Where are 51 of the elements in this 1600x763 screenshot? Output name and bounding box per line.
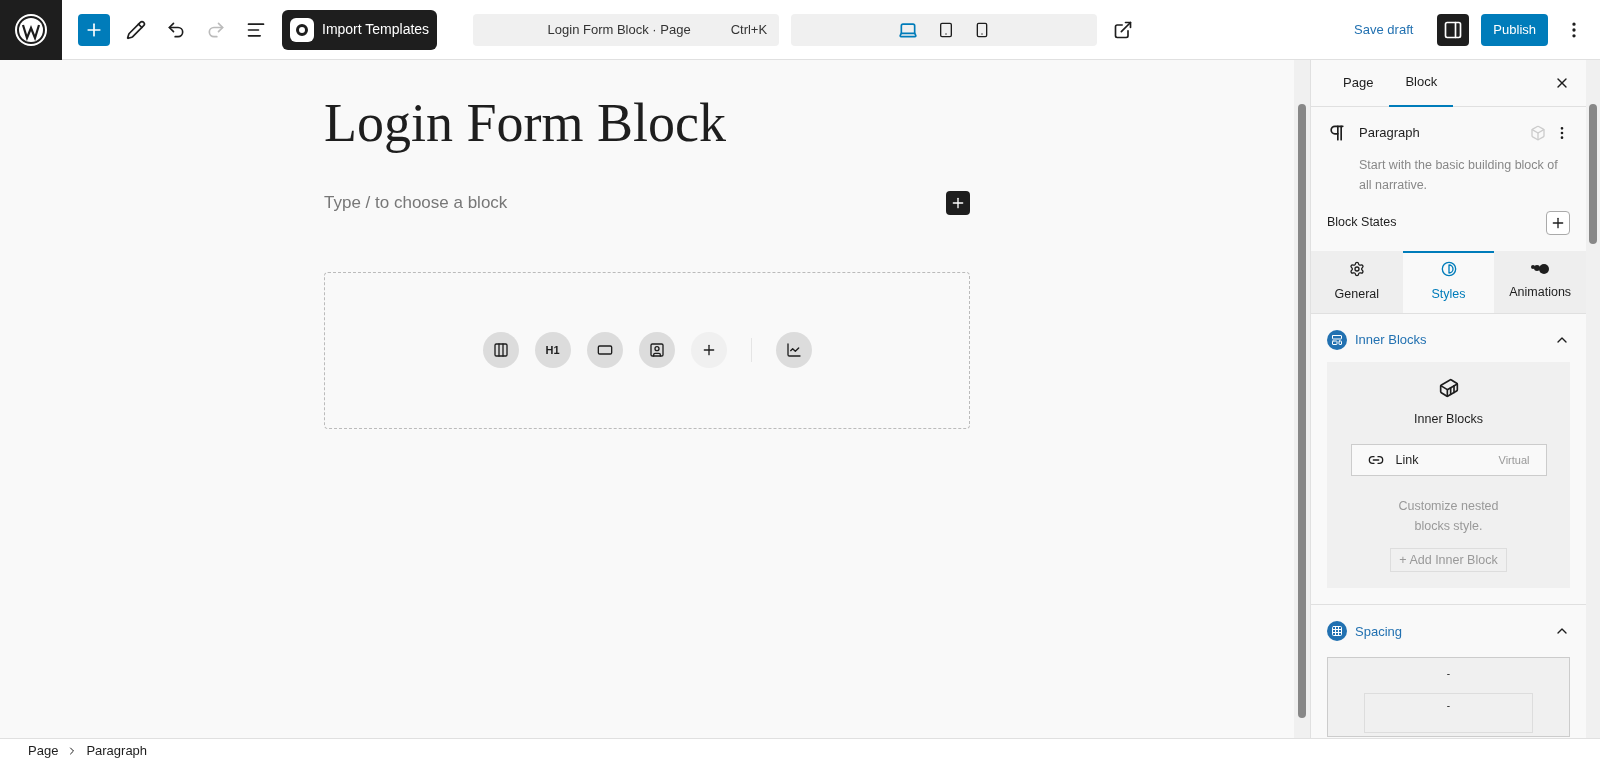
block-placeholder[interactable]: Type / to choose a block — [324, 190, 508, 216]
sidebar-panel-icon — [1443, 19, 1464, 40]
button-button[interactable] — [586, 332, 623, 368]
heading-button[interactable]: H1 — [534, 332, 571, 368]
style-tab[interactable]: General — [1311, 250, 1403, 313]
columns-icon — [492, 342, 509, 358]
cube-icon — [1530, 124, 1546, 141]
add-button[interactable] — [690, 332, 727, 368]
chart-button[interactable] — [775, 332, 812, 368]
paragraph-icon — [1327, 123, 1347, 143]
gear-icon — [1348, 261, 1365, 278]
block-description: Start with the basic building block of all narrative. — [1359, 156, 1559, 194]
settings-toggle-button[interactable] — [1437, 13, 1470, 46]
tablet-preview-icon[interactable] — [938, 21, 955, 38]
block-name: Paragraph — [1359, 124, 1421, 142]
command-bar[interactable]: Login Form Block · Page Ctrl+K — [473, 13, 780, 46]
import-templates-button[interactable]: Import Templates — [282, 9, 438, 50]
form-button[interactable] — [638, 332, 675, 368]
columns-button[interactable] — [482, 332, 519, 368]
link-item[interactable]: Link Virtual — [1350, 444, 1547, 477]
chart-icon — [785, 342, 802, 358]
sidebar-tab[interactable]: Block — [1389, 60, 1454, 107]
half-circle-icon — [1440, 261, 1457, 278]
sidebar-tab[interactable]: Page — [1327, 60, 1390, 107]
style-tab[interactable]: Animations — [1494, 250, 1586, 313]
spacing-icon — [1327, 621, 1347, 642]
external-link-icon[interactable] — [1113, 19, 1134, 40]
panel-title[interactable]: Inner Blocks — [1355, 329, 1546, 350]
publish-button[interactable]: Publish — [1481, 13, 1548, 46]
spacing-value[interactable]: - — [1446, 666, 1451, 682]
form-icon — [648, 342, 665, 358]
add-block-button[interactable] — [946, 190, 970, 215]
button-icon — [596, 342, 613, 358]
panel-title[interactable]: Spacing — [1355, 621, 1546, 641]
add-state-button[interactable] — [1546, 210, 1570, 235]
inner-blocks-icon — [1327, 329, 1347, 350]
undo-icon[interactable] — [166, 19, 186, 40]
pencil-icon[interactable] — [126, 19, 146, 40]
canvas-scrollbar[interactable] — [1294, 60, 1310, 738]
hint-text: Customize nested blocks style. — [1397, 498, 1500, 536]
breadcrumb-link[interactable]: Paragraph — [86, 741, 148, 761]
block-states-label: Block States — [1327, 214, 1397, 232]
card-title: Inner Blocks — [1414, 410, 1483, 428]
shortcut-hint: Ctrl+K — [730, 20, 768, 39]
sidebar-scrollbar[interactable] — [1586, 60, 1600, 738]
breadcrumb-link[interactable]: Page — [28, 741, 59, 761]
template-logo-icon — [290, 17, 314, 42]
document-title: Login Form Block · Page — [547, 20, 691, 39]
dots-icon — [1530, 263, 1551, 276]
save-draft-button[interactable]: Save draft — [1346, 13, 1422, 46]
spacing-value[interactable]: - — [1446, 698, 1451, 733]
